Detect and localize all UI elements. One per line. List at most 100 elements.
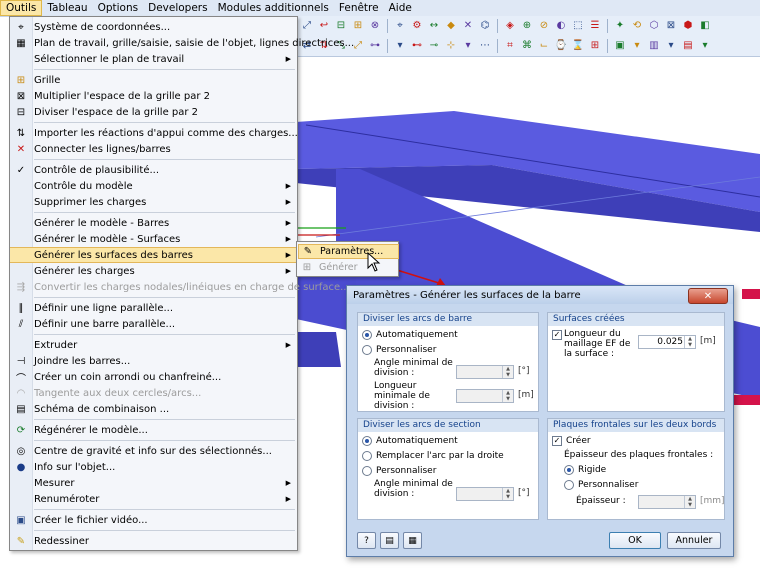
ok-button[interactable]: OK bbox=[609, 532, 661, 549]
toolbar-tool-icon[interactable]: ▣ bbox=[613, 39, 627, 53]
menu-item-plan-de-travail-grille-saisie-saisie-de-[interactable]: ▦ Plan de travail, grille/saisie, saisie … bbox=[10, 35, 354, 51]
toolbar-tool-icon[interactable]: ⊶ bbox=[368, 39, 382, 53]
defaults-button[interactable]: ▤ bbox=[380, 532, 399, 549]
toolbar-tool-icon[interactable]: ⊗ bbox=[368, 19, 382, 33]
toolbar-tool-icon[interactable]: ⊟ bbox=[334, 19, 348, 33]
menu-item-generer-les-surfaces-des-barres[interactable]: Générer les surfaces des barres ▶ bbox=[10, 247, 297, 263]
toolbar-tool-icon[interactable]: ⌗ bbox=[503, 39, 517, 53]
radio-remplacer[interactable]: Remplacer l'arc par la droite bbox=[362, 451, 504, 461]
submenu-parametres[interactable]: ✎ Paramètres... bbox=[298, 244, 399, 259]
menu-item-tangente-aux-deux-cercles-arcs[interactable]: ◠ Tangente aux deux cercles/arcs... bbox=[10, 385, 297, 401]
menu-item-joindre-les-barres[interactable]: ⊣ Joindre les barres... bbox=[10, 353, 297, 369]
toolbar-tool-icon[interactable]: ▥ bbox=[647, 39, 661, 53]
toolbar-tool-icon[interactable]: ◧ bbox=[698, 19, 712, 33]
menu-item-creer-le-fichier-video[interactable]: ▣ Créer le fichier vidéo... bbox=[10, 512, 297, 528]
longueur-maillage-input[interactable]: 0.025 ▲ ▼ bbox=[638, 335, 696, 349]
toolbar-tool-icon[interactable]: ✦ bbox=[613, 19, 627, 33]
menu-item-renumeroter[interactable]: Renuméroter ▶ bbox=[10, 491, 297, 507]
toolbar-tool-icon[interactable]: ◈ bbox=[503, 19, 517, 33]
menu-item-generer-le-modele-barres[interactable]: Générer le modèle - Barres ▶ bbox=[10, 215, 297, 231]
radio-perso-section[interactable]: Personnaliser bbox=[362, 466, 436, 476]
menu-item-redessiner[interactable]: ✎ Redessiner bbox=[10, 533, 297, 549]
radio-auto-section[interactable]: Automatiquement bbox=[362, 436, 458, 446]
menu-options[interactable]: Options bbox=[93, 0, 144, 16]
toolbar-tool-icon[interactable]: ▾ bbox=[630, 39, 644, 53]
radio-perso-plaques[interactable]: Personnaliser bbox=[564, 480, 638, 490]
menu-item-controle-du-modele[interactable]: Contrôle du modèle ▶ bbox=[10, 178, 297, 194]
epaisseur-input[interactable]: ▲ ▼ bbox=[638, 495, 696, 509]
menu-item-controle-de-plausibilite[interactable]: ✓ Contrôle de plausibilité... bbox=[10, 162, 297, 178]
units-button[interactable]: ▦ bbox=[403, 532, 422, 549]
menu-item-multiplier-l-espace-de-la-grille-par-2[interactable]: ⊠ Multiplier l'espace de la grille par 2 bbox=[10, 88, 297, 104]
toolbar-tool-icon[interactable]: ⊠ bbox=[664, 19, 678, 33]
help-button[interactable]: ? bbox=[357, 532, 376, 549]
toolbar-tool-icon[interactable]: ⟲ bbox=[630, 19, 644, 33]
toolbar-tool-icon[interactable]: ▤ bbox=[681, 39, 695, 53]
toolbar-tool-icon[interactable]: ⊹ bbox=[444, 39, 458, 53]
menu-item-convertir-les-charges-nodales-lineiques-[interactable]: ⇶ Convertir les charges nodales/linéiques… bbox=[10, 279, 350, 295]
menu-item-mesurer[interactable]: Mesurer ▶ bbox=[10, 475, 297, 491]
toolbar-tool-icon[interactable]: ✕ bbox=[461, 19, 475, 33]
toolbar-tool-icon[interactable]: ⌚ bbox=[554, 39, 568, 53]
toolbar-tool-icon[interactable]: ⊸ bbox=[427, 39, 441, 53]
menu-item-schema-de-combinaison[interactable]: ▤ Schéma de combinaison ... bbox=[10, 401, 297, 417]
menu-outils[interactable]: Outils bbox=[0, 0, 43, 16]
toolbar-tool-icon[interactable]: ◆ bbox=[444, 19, 458, 33]
menu-item-definir-une-barre-parallele[interactable]: ⫽ Définir une barre parallèle... bbox=[10, 316, 297, 332]
toolbar-tool-icon[interactable]: ▾ bbox=[393, 39, 407, 53]
radio-auto-barre[interactable]: Automatiquement bbox=[362, 330, 458, 340]
menu-aide[interactable]: Aide bbox=[384, 0, 417, 16]
menu-item-grille[interactable]: ⊞ Grille bbox=[10, 72, 297, 88]
toolbar-tool-icon[interactable]: ⊘ bbox=[537, 19, 551, 33]
menu-developers[interactable]: Developers bbox=[143, 0, 212, 16]
toolbar-tool-icon[interactable]: ⬚ bbox=[571, 19, 585, 33]
menu-item-info-sur-l-objet[interactable]: ● Info sur l'objet... bbox=[10, 459, 297, 475]
menu-item-creer-un-coin-arrondi-ou-chanfreine[interactable]: ⌒ Créer un coin arrondi ou chanfreiné... bbox=[10, 369, 297, 385]
angle-section-input[interactable]: ▲ ▼ bbox=[456, 487, 514, 501]
toolbar-tool-icon[interactable]: ↔ bbox=[427, 19, 441, 33]
toolbar-tool-icon[interactable]: ⊞ bbox=[351, 19, 365, 33]
menu-fenetre[interactable]: Fenêtre bbox=[334, 0, 384, 16]
angle-barre-input[interactable]: ▲ ▼ bbox=[456, 365, 514, 379]
toolbar-tool-icon[interactable]: ↩ bbox=[317, 19, 331, 33]
toolbar-tool-icon[interactable]: ⌬ bbox=[478, 19, 492, 33]
menu-item-centre-de-gravite-et-info-sur-des-select[interactable]: ◎ Centre de gravité et info sur des sélec… bbox=[10, 443, 297, 459]
checkbox-creer[interactable]: ✓ Créer bbox=[552, 436, 591, 446]
longueur-barre-input[interactable]: ▲ ▼ bbox=[456, 389, 514, 403]
close-button[interactable]: ✕ bbox=[688, 288, 728, 304]
toolbar-tool-icon[interactable]: ⬢ bbox=[681, 19, 695, 33]
menu-tableau[interactable]: Tableau bbox=[42, 0, 92, 16]
toolbar-tool-icon[interactable]: ⌖ bbox=[393, 19, 407, 33]
toolbar-tool-icon[interactable]: ⌙ bbox=[537, 39, 551, 53]
submenu-generer[interactable]: ⊞ Générer bbox=[298, 260, 397, 275]
menu-modules[interactable]: Modules additionnels bbox=[213, 0, 334, 16]
menu-item-connecter-les-lignes-barres[interactable]: ✕ Connecter les lignes/barres bbox=[10, 141, 297, 157]
toolbar-tool-icon[interactable]: ⚙ bbox=[410, 19, 424, 33]
menu-item-definir-une-ligne-parallele[interactable]: ∥ Définir une ligne parallèle... bbox=[10, 300, 297, 316]
toolbar-tool-icon[interactable]: ⋯ bbox=[478, 39, 492, 53]
menu-item-supprimer-les-charges[interactable]: Supprimer les charges ▶ bbox=[10, 194, 297, 210]
toolbar-tool-icon[interactable]: ⊞ bbox=[588, 39, 602, 53]
menu-item-selectionner-le-plan-de-travail[interactable]: Sélectionner le plan de travail ▶ bbox=[10, 51, 297, 67]
menu-item-importer-les-reactions-d-appui-comme-des[interactable]: ⇅ Importer les réactions d'appui comme de… bbox=[10, 125, 298, 141]
cancel-button[interactable]: Annuler bbox=[667, 532, 721, 549]
toolbar-tool-icon[interactable]: ⊕ bbox=[520, 19, 534, 33]
toolbar-tool-icon[interactable]: ▾ bbox=[461, 39, 475, 53]
menu-item-systeme-de-coordonnees[interactable]: ⌖ Système de coordonnées... bbox=[10, 19, 297, 35]
menu-item-regenerer-le-modele[interactable]: ⟳ Régénérer le modèle... bbox=[10, 422, 297, 438]
toolbar-tool-icon[interactable]: ▾ bbox=[664, 39, 678, 53]
radio-perso-barre[interactable]: Personnaliser bbox=[362, 345, 436, 355]
toolbar-tool-icon[interactable]: ⊷ bbox=[410, 39, 424, 53]
menu-item-extruder[interactable]: Extruder ▶ bbox=[10, 337, 297, 353]
toolbar-tool-icon[interactable]: ⬡ bbox=[647, 19, 661, 33]
toolbar-tool-icon[interactable]: ▾ bbox=[698, 39, 712, 53]
radio-rigide[interactable]: Rigide bbox=[564, 465, 606, 475]
menu-item-generer-les-charges[interactable]: Générer les charges ▶ bbox=[10, 263, 297, 279]
toolbar-tool-icon[interactable]: ☰ bbox=[588, 19, 602, 33]
toolbar-tool-icon[interactable]: ◐ bbox=[554, 19, 568, 33]
menu-item-generer-le-modele-surfaces[interactable]: Générer le modèle - Surfaces ▶ bbox=[10, 231, 297, 247]
toolbar-tool-icon[interactable]: ⤢ bbox=[300, 19, 314, 33]
menu-item-diviser-l-espace-de-la-grille-par-2[interactable]: ⊟ Diviser l'espace de la grille par 2 bbox=[10, 104, 297, 120]
toolbar-tool-icon[interactable]: ⌛ bbox=[571, 39, 585, 53]
toolbar-tool-icon[interactable]: ⌘ bbox=[520, 39, 534, 53]
